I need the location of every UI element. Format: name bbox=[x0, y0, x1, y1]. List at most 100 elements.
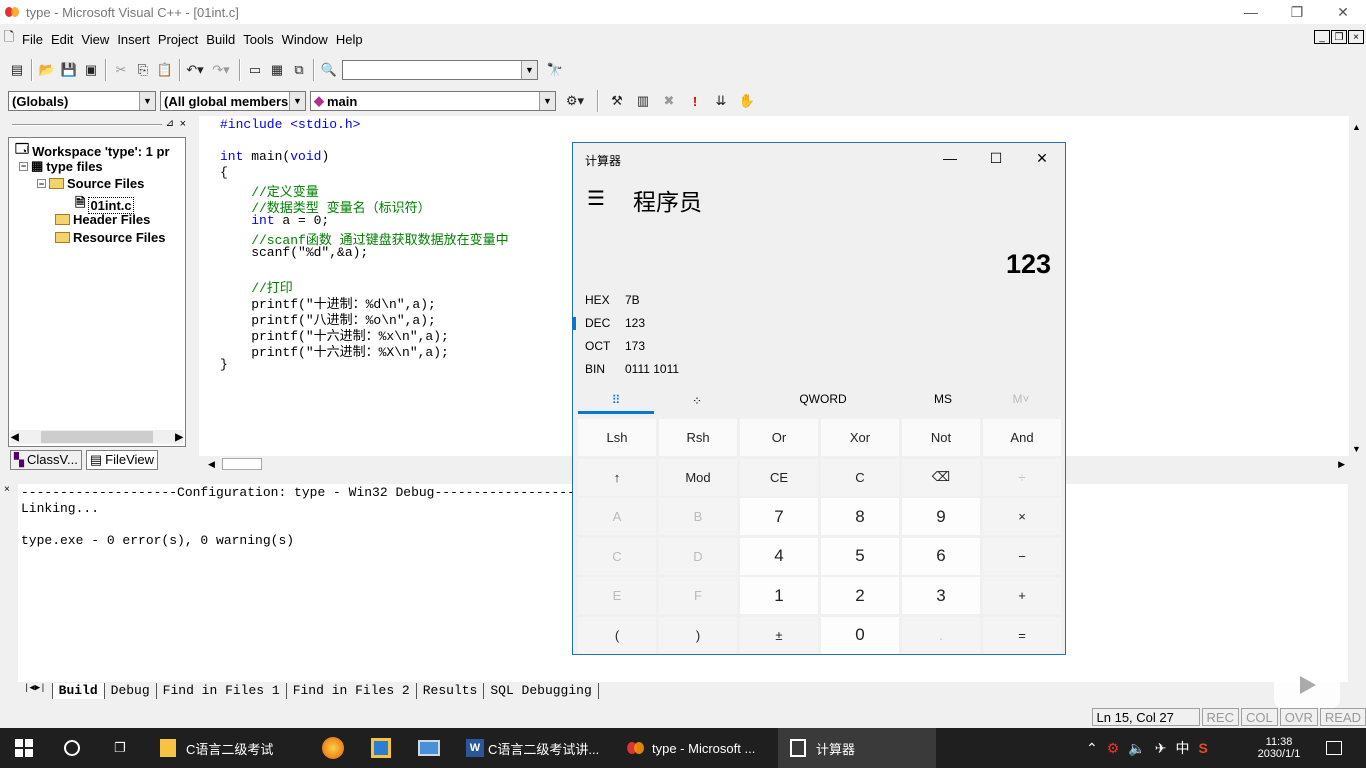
calc-key[interactable]: 2 bbox=[821, 577, 899, 614]
tab-nav-icon[interactable]: |◀▶| bbox=[18, 683, 53, 699]
hamburger-menu-icon[interactable]: ☰ bbox=[587, 189, 605, 209]
calc-key[interactable]: B bbox=[659, 498, 737, 535]
scope-combo[interactable]: (Globals) ▼ bbox=[8, 91, 156, 111]
calc-key[interactable]: CE bbox=[740, 458, 818, 496]
gear-red-icon[interactable]: ⚙ bbox=[1107, 740, 1120, 757]
search-button[interactable] bbox=[48, 728, 96, 768]
save-all-icon[interactable]: ▣ bbox=[80, 59, 102, 81]
calc-key[interactable]: And bbox=[983, 419, 1061, 456]
new-text-file-icon[interactable]: ▤ bbox=[6, 59, 28, 81]
chevron-down-icon[interactable]: ▼ bbox=[521, 61, 537, 79]
resource-files-node[interactable]: Resource Files bbox=[55, 230, 166, 245]
wizard-action-icon[interactable]: ⚙▾ bbox=[560, 90, 590, 112]
calc-key[interactable]: − bbox=[983, 537, 1061, 575]
calc-key[interactable]: A bbox=[578, 498, 656, 535]
menu-view[interactable]: View bbox=[77, 32, 113, 47]
taskbar-app-explorer[interactable]: C语言二级考试 bbox=[148, 728, 308, 768]
tab-find-in-files-1[interactable]: Find in Files 1 bbox=[157, 683, 287, 699]
tab-fileview[interactable]: ▤ FileView bbox=[85, 450, 159, 470]
calc-key[interactable]: ± bbox=[740, 616, 818, 654]
redo-icon[interactable]: ↷▾ bbox=[206, 59, 236, 81]
workspace-close-button[interactable]: × bbox=[180, 118, 186, 130]
sogou-icon[interactable]: S bbox=[1198, 740, 1207, 756]
close-button[interactable]: ✕ bbox=[1320, 0, 1366, 24]
calc-key[interactable]: ↑ bbox=[578, 458, 656, 496]
paste-icon[interactable]: 📋 bbox=[154, 59, 176, 81]
members-combo[interactable]: (All global members ▼ bbox=[160, 91, 306, 111]
calc-key[interactable]: 5 bbox=[821, 537, 899, 575]
radix-row-dec[interactable]: DEC 123 bbox=[573, 316, 645, 330]
tab-sql-debugging[interactable]: SQL Debugging bbox=[484, 683, 599, 699]
scroll-thumb[interactable] bbox=[41, 431, 153, 443]
calc-key[interactable]: ) bbox=[659, 616, 737, 654]
menu-tools[interactable]: Tools bbox=[239, 32, 277, 47]
tab-build[interactable]: Build bbox=[52, 683, 105, 699]
collapse-icon[interactable]: − bbox=[19, 161, 28, 171]
output-close-button[interactable]: × bbox=[4, 484, 10, 495]
taskbar-app-store[interactable] bbox=[358, 728, 404, 768]
calc-key[interactable]: 4 bbox=[740, 537, 818, 575]
notification-button[interactable] bbox=[1316, 728, 1352, 768]
memory-store-button[interactable]: MS bbox=[923, 392, 963, 406]
network-icon[interactable]: ✈ bbox=[1155, 740, 1167, 757]
taskbar-app-vc[interactable]: type - Microsoft ... bbox=[616, 728, 774, 768]
calc-maximize-button[interactable]: ☐ bbox=[973, 143, 1019, 173]
calc-close-button[interactable]: ✕ bbox=[1019, 143, 1065, 173]
scroll-left-icon[interactable]: ◀ bbox=[208, 459, 215, 470]
calc-key[interactable]: Not bbox=[902, 419, 980, 456]
menu-help[interactable]: Help bbox=[332, 32, 367, 47]
execute-icon[interactable]: ! bbox=[684, 90, 706, 112]
editor-vscroll[interactable]: ▲ ▼ bbox=[1349, 120, 1363, 456]
calc-key[interactable]: Rsh bbox=[659, 419, 737, 456]
build-icon[interactable]: ▥ bbox=[632, 90, 654, 112]
calc-key[interactable]: 7 bbox=[740, 498, 818, 535]
scroll-right-icon[interactable]: ▶ bbox=[175, 432, 183, 443]
chevron-up-icon[interactable]: ⌃ bbox=[1086, 740, 1098, 757]
video-play-overlay[interactable] bbox=[1274, 662, 1340, 708]
scroll-up-icon[interactable]: ▲ bbox=[1352, 122, 1361, 132]
menu-edit[interactable]: Edit bbox=[47, 32, 77, 47]
calc-key[interactable]: 1 bbox=[740, 577, 818, 614]
output-toggle-icon[interactable]: ▦ bbox=[266, 59, 288, 81]
header-files-node[interactable]: Header Files bbox=[55, 212, 150, 227]
mdi-restore-button[interactable]: ❐ bbox=[1331, 30, 1347, 44]
breakpoint-icon[interactable]: ✋ bbox=[736, 90, 758, 112]
taskbar-app-firefox[interactable] bbox=[310, 728, 356, 768]
calc-key[interactable]: + bbox=[983, 577, 1061, 614]
minimize-button[interactable]: — bbox=[1228, 0, 1274, 24]
start-button[interactable] bbox=[0, 728, 48, 768]
calc-key[interactable]: Lsh bbox=[578, 419, 656, 456]
menu-window[interactable]: Window bbox=[278, 32, 332, 47]
calc-key[interactable]: 0 bbox=[821, 616, 899, 654]
tab-classview[interactable]: ▚ ClassV... bbox=[10, 450, 82, 470]
chevron-down-icon[interactable]: ▼ bbox=[139, 92, 155, 110]
workspace-toggle-icon[interactable]: ▭ bbox=[244, 59, 266, 81]
clock[interactable]: 11:38 2030/1/1 bbox=[1250, 728, 1308, 768]
taskbar-app-word[interactable]: W C语言二级考试讲... bbox=[456, 728, 606, 768]
calc-key[interactable]: 8 bbox=[821, 498, 899, 535]
tab-debug[interactable]: Debug bbox=[105, 683, 157, 699]
radix-row-bin[interactable]: BIN 0111 1011 bbox=[585, 362, 679, 376]
calc-key[interactable]: F bbox=[659, 577, 737, 614]
calc-minimize-button[interactable]: — bbox=[927, 143, 973, 173]
radix-row-hex[interactable]: HEX 7B bbox=[585, 293, 640, 307]
chevron-down-icon[interactable]: ▼ bbox=[539, 92, 555, 110]
tab-find-in-files-2[interactable]: Find in Files 2 bbox=[287, 683, 417, 699]
project-node[interactable]: − ▦ type files bbox=[19, 158, 103, 174]
cut-icon[interactable]: ✂ bbox=[110, 59, 132, 81]
copy-icon[interactable]: ⎘ bbox=[132, 59, 154, 81]
scroll-down-icon[interactable]: ▼ bbox=[1352, 444, 1361, 454]
calc-key[interactable]: ( bbox=[578, 616, 656, 654]
calc-key[interactable]: × bbox=[983, 498, 1061, 535]
calc-key[interactable]: C bbox=[578, 537, 656, 575]
calc-key[interactable]: Xor bbox=[821, 419, 899, 456]
go-icon[interactable]: ⇊ bbox=[710, 90, 732, 112]
find-combo[interactable]: ▼ bbox=[342, 60, 538, 80]
save-icon[interactable]: 💾 bbox=[58, 59, 80, 81]
function-combo[interactable]: ◆ main ▼ bbox=[310, 91, 556, 111]
window-list-icon[interactable]: ⧉ bbox=[288, 59, 310, 81]
open-folder-icon[interactable]: 📂 bbox=[36, 59, 58, 81]
taskbar-app-monitor[interactable] bbox=[406, 728, 452, 768]
stop-build-icon[interactable]: ✖ bbox=[658, 90, 680, 112]
workspace-hscroll[interactable]: ◀ ▶ bbox=[11, 430, 183, 444]
